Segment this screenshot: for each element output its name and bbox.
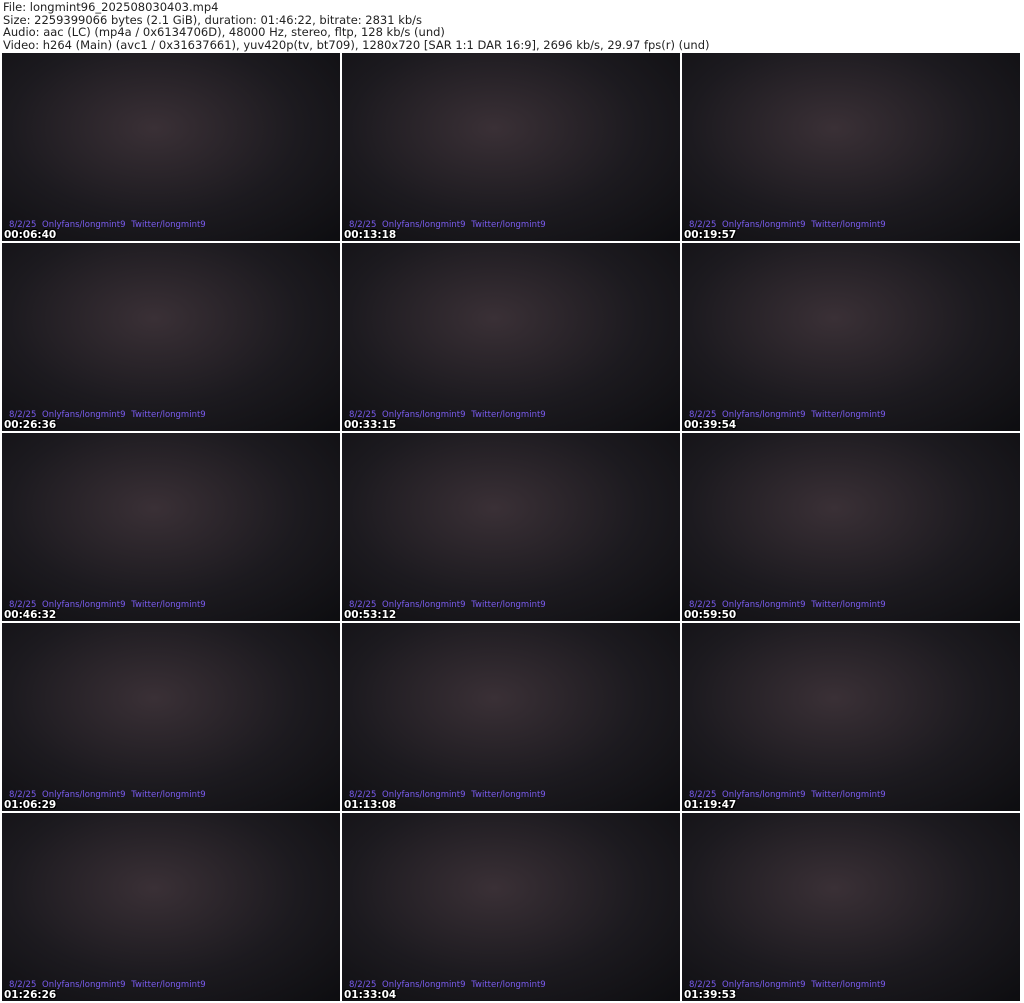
frame-timestamp: 00:19:57: [684, 229, 737, 241]
frame-timestamp: 00:26:36: [4, 419, 57, 431]
frame-timestamp: 00:39:54: [684, 419, 737, 431]
video-frame-thumbnail: 8/2/25 Onlyfans/longmint9 Twitter/longmi…: [682, 243, 1020, 431]
frame-timestamp: 01:13:08: [344, 799, 397, 811]
video-frame-thumbnail: 8/2/25 Onlyfans/longmint9 Twitter/longmi…: [682, 433, 1020, 621]
frame-timestamp: 01:26:26: [4, 989, 57, 1001]
frame-timestamp: 01:06:29: [4, 799, 57, 811]
video-frame-thumbnail: 8/2/25 Onlyfans/longmint9 Twitter/longmi…: [682, 623, 1020, 811]
file-name: File: longmint96_202508030403.mp4: [3, 0, 219, 14]
frame-timestamp: 01:19:47: [684, 799, 737, 811]
video-frame-thumbnail: 8/2/25 Onlyfans/longmint9 Twitter/longmi…: [2, 53, 340, 241]
audio-info: Audio: aac (LC) (mp4a / 0x6134706D), 480…: [3, 25, 445, 40]
frame-timestamp: 00:59:50: [684, 609, 737, 621]
frame-timestamp: 00:13:18: [344, 229, 397, 241]
video-frame-thumbnail: 8/2/25 Onlyfans/longmint9 Twitter/longmi…: [2, 623, 340, 811]
video-frame-thumbnail: 8/2/25 Onlyfans/longmint9 Twitter/longmi…: [342, 53, 680, 241]
video-frame-thumbnail: 8/2/25 Onlyfans/longmint9 Twitter/longmi…: [342, 623, 680, 811]
video-frame-thumbnail: 8/2/25 Onlyfans/longmint9 Twitter/longmi…: [342, 433, 680, 621]
thumbnail-grid: 8/2/25 Onlyfans/longmint9 Twitter/longmi…: [2, 53, 1020, 1001]
video-info: Video: h264 (Main) (avc1 / 0x31637661), …: [3, 37, 710, 52]
frame-timestamp: 01:39:53: [684, 989, 737, 1001]
frame-timestamp: 01:33:04: [344, 989, 397, 1001]
video-frame-thumbnail: 8/2/25 Onlyfans/longmint9 Twitter/longmi…: [342, 243, 680, 431]
video-frame-thumbnail: 8/2/25 Onlyfans/longmint9 Twitter/longmi…: [2, 433, 340, 621]
video-frame-thumbnail: 8/2/25 Onlyfans/longmint9 Twitter/longmi…: [342, 813, 680, 1001]
frame-timestamp: 00:53:12: [344, 609, 397, 621]
video-frame-thumbnail: 8/2/25 Onlyfans/longmint9 Twitter/longmi…: [2, 813, 340, 1001]
video-frame-thumbnail: 8/2/25 Onlyfans/longmint9 Twitter/longmi…: [682, 53, 1020, 241]
frame-timestamp: 00:33:15: [344, 419, 397, 431]
frame-timestamp: 00:46:32: [4, 609, 57, 621]
frame-timestamp: 00:06:40: [4, 229, 57, 241]
video-frame-thumbnail: 8/2/25 Onlyfans/longmint9 Twitter/longmi…: [682, 813, 1020, 1001]
file-info-header: File: longmint96_202508030403.mp4 Size: …: [3, 1, 710, 51]
video-frame-thumbnail: 8/2/25 Onlyfans/longmint9 Twitter/longmi…: [2, 243, 340, 431]
